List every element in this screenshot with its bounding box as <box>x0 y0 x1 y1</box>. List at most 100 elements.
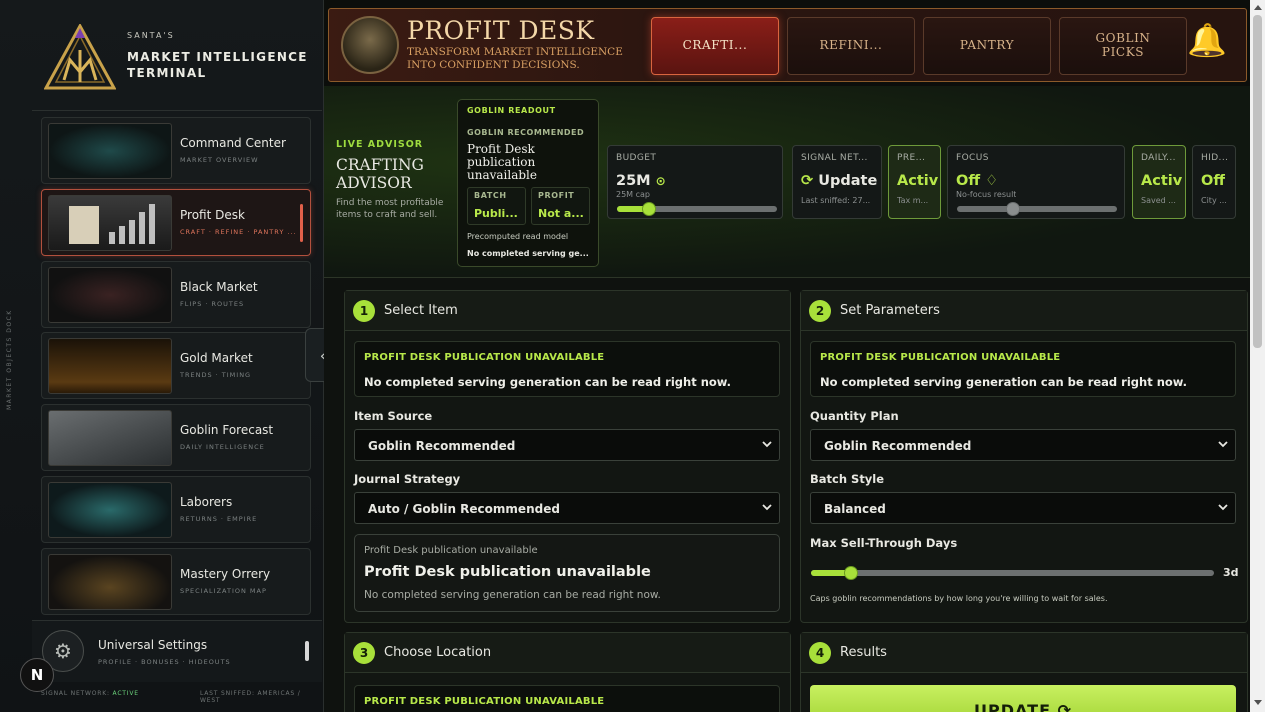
sidebar-item-mastery-orrery[interactable]: Mastery Orrery SPECIALIZATION MAP <box>41 548 311 615</box>
bell-icon[interactable]: 🔔 <box>1187 21 1227 69</box>
batch-style-label: Batch Style <box>810 472 885 486</box>
profit-desk-header: PROFIT DESK TRANSFORM MARKET INTELLIGENC… <box>328 8 1247 82</box>
sidebar-item-laborers[interactable]: Laborers RETURNS · EMPIRE <box>41 476 311 543</box>
signal-value: ACTIVE <box>112 690 139 697</box>
sidebar-item-sub: SPECIALIZATION MAP <box>180 587 267 595</box>
budget-card[interactable]: BUDGET 25M ⊙ 25M cap <box>607 145 783 219</box>
chevron-down-icon <box>762 441 772 448</box>
sidebar-item-sub: MARKET OVERVIEW <box>180 156 259 164</box>
goblin-crest-icon <box>341 16 399 74</box>
coins-icon: ⊙ <box>655 174 666 188</box>
brand-title-line1: MARKET INTELLIGENCE <box>127 50 308 64</box>
sidebar-item-label: Gold Market <box>180 351 253 365</box>
unavailable-alert: PROFIT DESK PUBLICATION UNAVAILABLE No c… <box>354 341 780 397</box>
sell-through-slider[interactable] <box>811 566 1214 580</box>
focus-value: Off ♢ <box>956 173 998 189</box>
refresh-icon: ⟳ <box>1057 701 1072 712</box>
budget-sub: 25M cap <box>616 190 651 199</box>
results-panel: 4 Results UPDATE ⟳ <box>800 632 1248 712</box>
readout-precomputed: Precomputed read model <box>467 232 569 241</box>
publication-sub: No completed serving generation can be r… <box>364 589 661 601</box>
signal-network-card[interactable]: SIGNAL NET... ⟳ Update Last sniffed: 27.… <box>792 145 882 219</box>
premium-card[interactable]: PRE... Activ Tax m... <box>888 145 941 219</box>
choose-location-panel: 3 Choose Location PROFIT DESK PUBLICATIO… <box>344 632 791 712</box>
tab-pantry[interactable]: PANTRY <box>923 17 1051 75</box>
focus-label: FOCUS <box>956 153 989 163</box>
journal-strategy-value: Auto / Goblin Recommended <box>368 502 560 516</box>
quantity-plan-value: Goblin Recommended <box>824 439 972 453</box>
readout-head: GOBLIN READOUT <box>467 106 556 115</box>
journal-strategy-label: Journal Strategy <box>354 472 461 486</box>
unavailable-alert: PROFIT DESK PUBLICATION UNAVAILABLE No c… <box>810 341 1236 397</box>
batch-label: BATCH <box>474 191 507 200</box>
focus-slider[interactable] <box>957 202 1117 216</box>
signal-value: ⟳ Update <box>801 173 877 189</box>
sidebar-scrollbar[interactable] <box>305 641 309 661</box>
sell-through-label: Max Sell-Through Days <box>810 536 958 550</box>
hideout-value: Off <box>1201 173 1226 189</box>
journal-strategy-select[interactable]: Auto / Goblin Recommended <box>354 492 780 524</box>
daily-card[interactable]: DAILY... Activ Saved ... <box>1132 145 1186 219</box>
budget-slider[interactable] <box>617 202 777 216</box>
sell-through-caption: Caps goblin recommendations by how long … <box>810 594 1108 603</box>
n-badge-button[interactable]: N <box>20 658 54 692</box>
signal-status: SIGNAL NETWORK: ACTIVE <box>41 690 139 697</box>
readout-no-generation: No completed serving ge... <box>467 249 589 258</box>
mastery-orrery-thumbnail <box>48 554 172 610</box>
sidebar-item-black-market[interactable]: Black Market FLIPS · ROUTES <box>41 261 311 328</box>
page-title: PROFIT DESK <box>407 16 595 45</box>
sidebar-item-gold-market[interactable]: Gold Market TRENDS · TIMING <box>41 332 311 399</box>
daily-value: Activ <box>1141 173 1183 189</box>
brand[interactable]: SANTA'S MARKET INTELLIGENCE TERMINAL <box>32 18 322 110</box>
settings-title: Universal Settings <box>98 638 208 652</box>
batch-style-select[interactable]: Balanced <box>810 492 1236 524</box>
budget-label: BUDGET <box>616 153 657 163</box>
sidebar-item-profit-desk[interactable]: Profit Desk CRAFT · REFINE · PANTRY ... <box>41 189 311 256</box>
sidebar-item-command-center[interactable]: Command Center MARKET OVERVIEW <box>41 117 311 184</box>
panel-header: 4 Results <box>801 633 1247 673</box>
sidebar-item-sub: RETURNS · EMPIRE <box>180 515 258 523</box>
update-button[interactable]: UPDATE ⟳ <box>810 685 1236 712</box>
quantity-plan-label: Quantity Plan <box>810 409 899 423</box>
panel-header: 1 Select Item <box>345 291 790 331</box>
readout-batch: BATCH Publi... <box>467 187 526 225</box>
sidebar-item-sub: TRENDS · TIMING <box>180 371 252 379</box>
sidebar-item-label: Profit Desk <box>180 208 245 222</box>
signal-value-text: Update <box>818 173 878 189</box>
universal-settings[interactable]: ⚙ Universal Settings PROFILE · BONUSES ·… <box>32 620 322 682</box>
sidebar-item-sub: CRAFT · REFINE · PANTRY ... <box>180 228 297 236</box>
chevron-down-icon <box>1218 441 1228 448</box>
daily-label: DAILY... <box>1141 153 1176 163</box>
scroll-up-arrow-icon[interactable] <box>1254 5 1262 10</box>
scroll-down-arrow-icon[interactable] <box>1254 700 1262 705</box>
premium-value: Activ <box>897 173 939 189</box>
focus-card[interactable]: FOCUS Off ♢ No-focus result <box>947 145 1125 219</box>
panel-title: Select Item <box>384 303 458 318</box>
tab-goblin-picks[interactable]: GOBLIN PICKS <box>1059 17 1187 75</box>
set-parameters-panel: 2 Set Parameters PROFIT DESK PUBLICATION… <box>800 290 1248 623</box>
scrollbar-thumb[interactable] <box>1253 15 1262 348</box>
tab-crafting[interactable]: CRAFTI... <box>651 17 779 75</box>
black-market-thumbnail <box>48 267 172 323</box>
advisor-title-line2: ADVISOR <box>336 174 412 192</box>
dock-label: MARKET OBJECTS DOCK <box>6 309 13 411</box>
alert-title: PROFIT DESK PUBLICATION UNAVAILABLE <box>364 352 605 363</box>
item-source-label: Item Source <box>354 409 433 423</box>
sell-through-slider-knob[interactable] <box>844 566 858 580</box>
daily-sub: Saved ... <box>1141 196 1176 205</box>
settings-sub: PROFILE · BONUSES · HIDEOUTS <box>98 658 231 666</box>
sidebar-item-label: Black Market <box>180 280 258 294</box>
tab-refining[interactable]: REFINI... <box>787 17 915 75</box>
chevron-down-icon <box>1218 504 1228 511</box>
hideout-card[interactable]: HID... Off City ... <box>1192 145 1236 219</box>
item-source-value: Goblin Recommended <box>368 439 516 453</box>
budget-slider-knob[interactable] <box>642 202 656 216</box>
item-source-select[interactable]: Goblin Recommended <box>354 429 780 461</box>
focus-value-text: Off <box>956 173 981 189</box>
profit-label: PROFIT <box>538 191 575 200</box>
step-number: 2 <box>809 300 831 322</box>
focus-slider-knob[interactable] <box>1006 202 1020 216</box>
step-number: 4 <box>809 642 831 664</box>
sidebar-item-goblin-forecast[interactable]: Goblin Forecast DAILY INTELLIGENCE <box>41 404 311 471</box>
quantity-plan-select[interactable]: Goblin Recommended <box>810 429 1236 461</box>
